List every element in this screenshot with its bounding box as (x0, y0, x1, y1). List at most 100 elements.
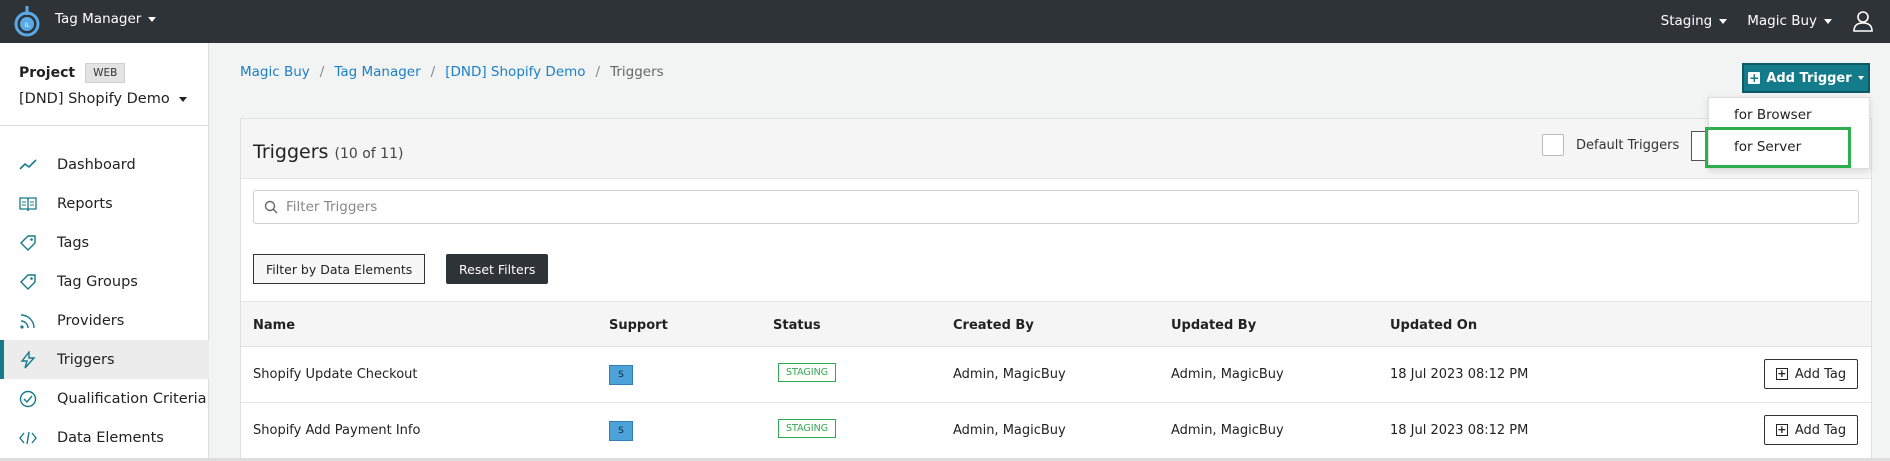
default-triggers-label: Default Triggers (1576, 137, 1680, 153)
table-row[interactable]: Shopify Update Checkout S STAGING Admin,… (241, 347, 1871, 403)
top-bar: IL Tag Manager Staging Magic Buy (0, 0, 1890, 43)
default-triggers-toggle: Default Triggers (1542, 134, 1679, 156)
updated-by: Admin, MagicBuy (1171, 423, 1284, 438)
triggers-card: Triggers (10 of 11) Default Triggers Fil… (240, 118, 1872, 461)
column-header-updated-by[interactable]: Updated By (1171, 318, 1256, 333)
plus-icon: + (1748, 71, 1761, 85)
filter-triggers-input[interactable]: Filter Triggers (253, 190, 1859, 224)
sidebar-nav: Dashboard Reports Tags Tag Groups Provid… (0, 145, 209, 457)
breadcrumb-separator: / (319, 64, 325, 80)
sidebar-item-label: Data Elements (57, 429, 164, 446)
sidebar-item-data-elements[interactable]: Data Elements (0, 418, 209, 457)
updated-on: 18 Jul 2023 08:12 PM (1390, 423, 1529, 438)
breadcrumb-current: Triggers (610, 64, 664, 80)
support-badge: S (609, 421, 633, 441)
plus-square-icon: + (1775, 367, 1788, 380)
updated-by: Admin, MagicBuy (1171, 367, 1284, 382)
trigger-count: (10 of 11) (334, 146, 404, 162)
sidebar-item-qualification-criteria[interactable]: Qualification Criteria (0, 379, 209, 418)
add-trigger-menu: for Browser for Server (1708, 97, 1870, 169)
column-header-created-by[interactable]: Created By (953, 318, 1034, 333)
breadcrumb-separator: / (430, 64, 436, 80)
chevron-down-icon (178, 96, 187, 102)
column-header-updated-on[interactable]: Updated On (1390, 318, 1477, 333)
plus-square-icon: + (1775, 423, 1788, 436)
trigger-name[interactable]: Shopify Update Checkout (253, 367, 418, 382)
add-tag-button[interactable]: + Add Tag (1764, 359, 1858, 389)
add-tag-label: Add Tag (1794, 366, 1847, 382)
breadcrumb-link[interactable]: [DND] Shopify Demo (445, 64, 585, 80)
filter-placeholder: Filter Triggers (286, 199, 378, 215)
app-title: Tag Manager (55, 11, 142, 27)
add-trigger-button[interactable]: + Add Trigger (1742, 63, 1870, 93)
created-by: Admin, MagicBuy (953, 423, 1066, 438)
sidebar-item-providers[interactable]: Providers (0, 301, 209, 340)
divider (0, 125, 209, 126)
menu-item-for-browser[interactable]: for Browser (1734, 107, 1812, 123)
sidebar-item-label: Reports (57, 195, 113, 212)
search-icon (264, 200, 278, 214)
account-label: Magic Buy (1747, 13, 1817, 29)
chevron-down-icon (148, 16, 157, 22)
code-icon (19, 431, 37, 445)
chevron-down-icon (1824, 18, 1832, 24)
status-badge: STAGING (778, 419, 837, 438)
add-trigger-label: Add Trigger (1766, 70, 1852, 86)
breadcrumb: Magic Buy / Tag Manager / [DND] Shopify … (240, 64, 664, 80)
breadcrumb-separator: / (595, 64, 601, 80)
sidebar-item-label: Tag Groups (57, 273, 138, 290)
created-by: Admin, MagicBuy (953, 367, 1066, 382)
svg-text:IL: IL (24, 22, 30, 29)
sidebar-item-tag-groups[interactable]: Tag Groups (0, 262, 209, 301)
environment-label: Staging (1660, 13, 1713, 29)
bolt-icon (20, 351, 36, 369)
project-label: Project (19, 65, 76, 81)
add-tag-label: Add Tag (1794, 422, 1847, 438)
sidebar-item-label: Dashboard (57, 156, 136, 173)
breadcrumb-link[interactable]: Magic Buy (240, 64, 310, 80)
filter-by-data-elements-button[interactable]: Filter by Data Elements (253, 254, 426, 284)
book-icon (19, 197, 37, 212)
sidebar-item-triggers[interactable]: Triggers (0, 340, 209, 379)
tag-icon (20, 235, 36, 251)
chart-line-icon (19, 159, 37, 170)
account-dropdown[interactable]: Magic Buy (1747, 13, 1832, 29)
table-row[interactable]: Shopify Add Payment Info S STAGING Admin… (241, 403, 1871, 459)
app-switcher[interactable]: Tag Manager (55, 11, 157, 27)
sidebar-item-dashboard[interactable]: Dashboard (0, 145, 209, 184)
add-tag-button[interactable]: + Add Tag (1764, 415, 1858, 445)
page-title: Triggers (10 of 11) (253, 141, 403, 163)
table-header: Name Support Status Created By Updated B… (241, 301, 1871, 347)
chevron-down-icon (1857, 76, 1864, 80)
reset-filters-button[interactable]: Reset Filters (446, 254, 549, 284)
status-badge: STAGING (778, 363, 837, 382)
project-name: [DND] Shopify Demo (19, 91, 170, 107)
trigger-name[interactable]: Shopify Add Payment Info (253, 423, 420, 438)
sidebar-item-tags[interactable]: Tags (0, 223, 209, 262)
project-selector[interactable]: [DND] Shopify Demo (19, 91, 187, 107)
card-header: Triggers (10 of 11) Default Triggers (241, 119, 1871, 179)
chevron-down-icon (1719, 18, 1728, 24)
column-header-status: Status (773, 318, 821, 333)
sidebar-item-label: Providers (57, 312, 125, 329)
column-header-support: Support (609, 318, 668, 333)
project-type-badge: WEB (85, 63, 126, 83)
breadcrumb-link[interactable]: Tag Manager (334, 64, 420, 80)
check-circle-icon (19, 390, 37, 408)
rss-icon (20, 314, 35, 329)
sidebar: Project WEB [DND] Shopify Demo Dashboard… (0, 43, 209, 461)
sidebar-item-label: Tags (57, 234, 90, 251)
default-triggers-checkbox[interactable] (1542, 134, 1564, 156)
card-title: Triggers (253, 141, 329, 163)
support-badge: S (609, 365, 633, 385)
sidebar-item-reports[interactable]: Reports (0, 184, 209, 223)
updated-on: 18 Jul 2023 08:12 PM (1390, 367, 1529, 382)
environment-dropdown[interactable]: Staging (1661, 13, 1728, 29)
sidebar-item-label: Triggers (57, 351, 115, 368)
menu-item-for-server[interactable]: for Server (1734, 139, 1801, 155)
column-header-name[interactable]: Name (253, 318, 295, 333)
app-logo-icon[interactable]: IL (12, 4, 42, 38)
user-icon[interactable] (1852, 10, 1874, 32)
sidebar-item-label: Qualification Criteria (57, 390, 207, 407)
tags-icon (20, 274, 36, 290)
